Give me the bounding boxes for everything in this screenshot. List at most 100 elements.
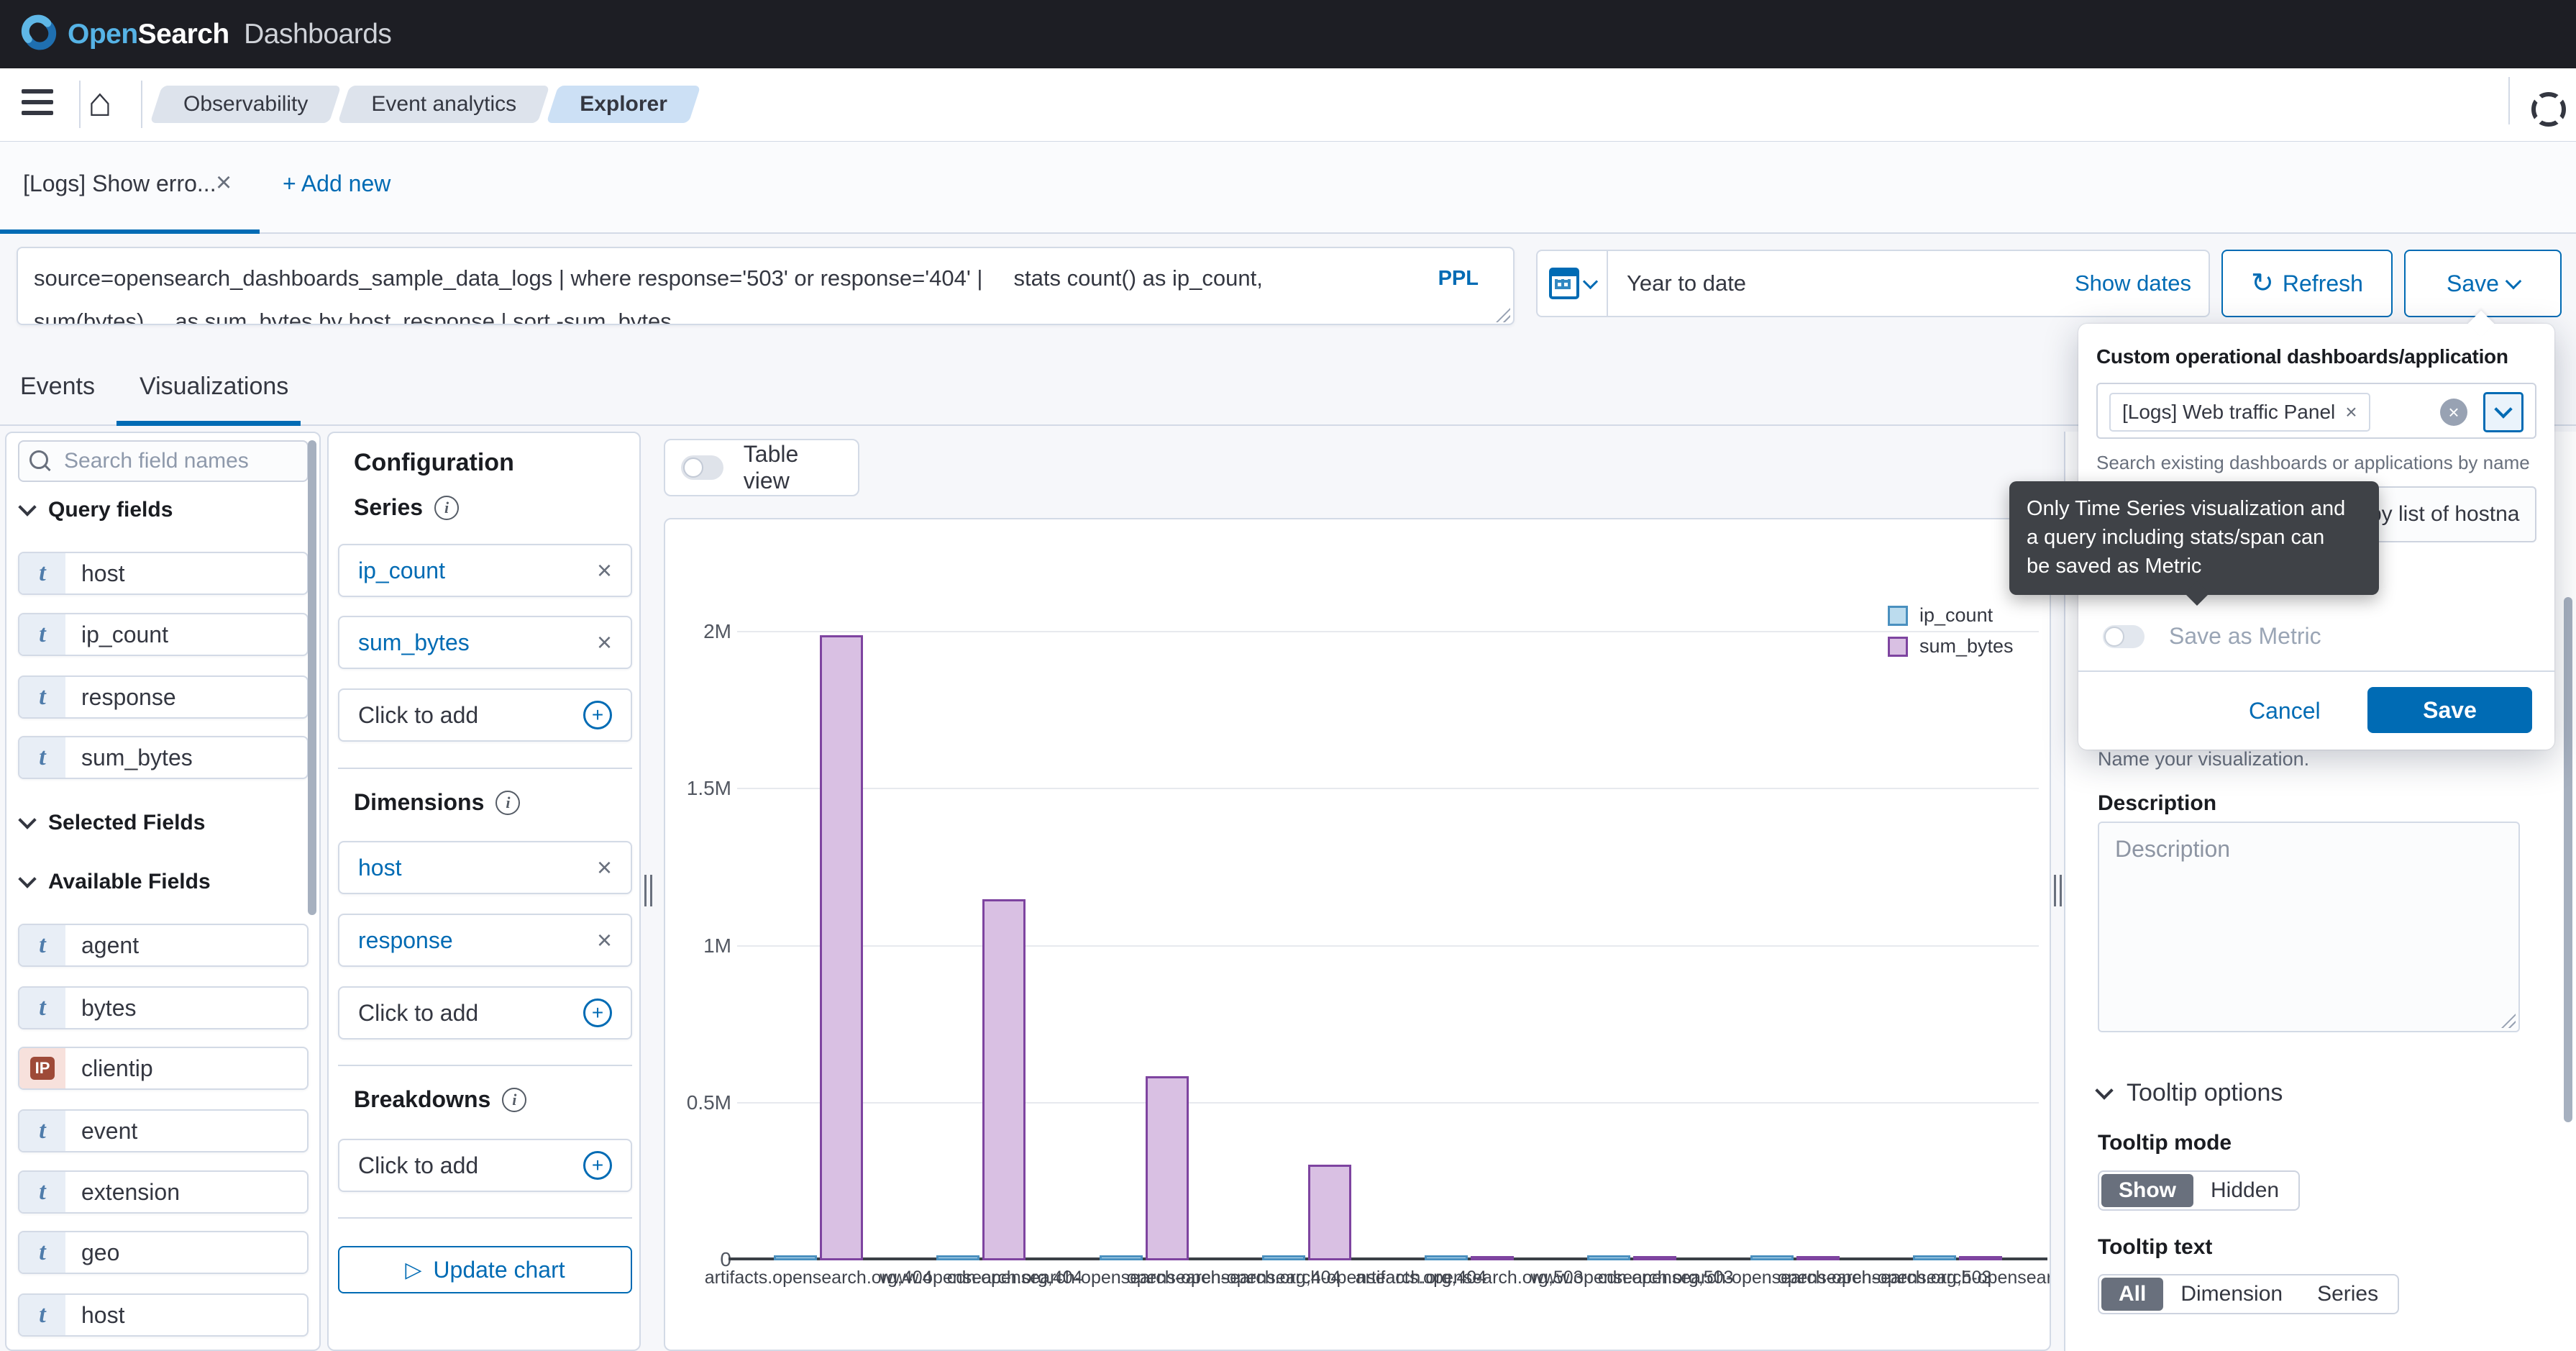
chart-panel: 0 0.5M 1M 1.5M 2M artifacts.opensearch.org,4… xyxy=(664,518,2051,1351)
search-field-names-input[interactable] xyxy=(18,440,309,482)
tab-events[interactable]: Events xyxy=(20,373,95,401)
tooltip-text-series[interactable]: Series xyxy=(2300,1278,2395,1311)
date-range-value[interactable]: Year to date xyxy=(1608,251,2075,316)
close-icon[interactable]: × xyxy=(597,555,612,586)
bar-ip_count[interactable] xyxy=(1261,1255,1305,1260)
save-as-metric-toggle[interactable] xyxy=(2103,624,2145,648)
field-host-available[interactable]: t host xyxy=(18,1293,309,1337)
series-item-sum-bytes[interactable]: sum_bytes × xyxy=(338,616,632,669)
close-icon[interactable]: × xyxy=(597,852,612,883)
bar-sum_bytes[interactable] xyxy=(820,635,864,1260)
dimension-item-response[interactable]: response × xyxy=(338,914,632,967)
save-dropdown-button[interactable]: Save xyxy=(2404,250,2562,317)
app-header: OpenSearch Dashboards xyxy=(0,0,2576,68)
dimensions-label: Dimensions i xyxy=(354,789,521,816)
bar-sum_bytes[interactable] xyxy=(1958,1256,2002,1260)
field-sum-bytes[interactable]: t sum_bytes xyxy=(18,736,309,779)
panel-scrollbar[interactable] xyxy=(2564,597,2572,1122)
field-extension[interactable]: t extension xyxy=(18,1170,309,1214)
menu-icon[interactable] xyxy=(22,89,53,118)
panel-resize-handle[interactable] xyxy=(644,875,653,906)
bar-ip_count[interactable] xyxy=(1912,1255,1956,1260)
tooltip-mode-hidden[interactable]: Hidden xyxy=(2193,1174,2296,1207)
description-label: Description xyxy=(2098,791,2217,815)
help-icon[interactable] xyxy=(2531,92,2566,127)
breadcrumb-event-analytics[interactable]: Event analytics xyxy=(344,86,544,123)
add-new-tab-button[interactable]: + Add new xyxy=(283,170,390,197)
bar-ip_count[interactable] xyxy=(936,1255,980,1260)
dimension-item-host[interactable]: host × xyxy=(338,841,632,894)
clear-selection-icon[interactable]: × xyxy=(2440,399,2467,426)
fields-sidebar: Query fields thost tip_count tresponse t… xyxy=(5,432,321,1351)
close-icon[interactable]: × xyxy=(2345,401,2357,424)
tooltip-mode-show[interactable]: Show xyxy=(2101,1174,2193,1207)
field-host[interactable]: t host xyxy=(18,552,309,595)
bar-sum_bytes[interactable] xyxy=(1796,1256,1840,1260)
section-available-fields[interactable]: Available Fields xyxy=(18,870,211,894)
description-textarea[interactable] xyxy=(2098,822,2520,1032)
cancel-button[interactable]: Cancel xyxy=(2249,698,2321,724)
bar-ip_count[interactable] xyxy=(1099,1255,1143,1260)
series-item-ip-count[interactable]: ip_count × xyxy=(338,544,632,597)
selected-dashboard-tag[interactable]: [Logs] Web traffic Panel × xyxy=(2109,393,2370,432)
info-icon[interactable]: i xyxy=(495,790,521,815)
combobox-dropdown-button[interactable] xyxy=(2483,392,2524,432)
tooltip-text-dimension[interactable]: Dimension xyxy=(2163,1278,2300,1311)
section-query-fields[interactable]: Query fields xyxy=(18,498,173,522)
dashboards-combobox[interactable]: [Logs] Web traffic Panel × × xyxy=(2096,383,2536,439)
breadcrumb-observability[interactable]: Observability xyxy=(156,86,335,123)
tab-logs-show-errors[interactable]: [Logs] Show erro... xyxy=(23,170,216,197)
legend-entry-sum_bytes[interactable]: sum_bytes xyxy=(1888,635,2014,658)
nav-divider xyxy=(141,81,142,128)
logo-text-dashboards: Dashboards xyxy=(244,18,392,50)
field-clientip[interactable]: IP clientip xyxy=(18,1047,309,1090)
calendar-dropdown-button[interactable] xyxy=(1538,251,1608,316)
field-agent[interactable]: t agent xyxy=(18,924,309,967)
bar-chart-plot[interactable] xyxy=(729,519,2047,1260)
tab-visualizations[interactable]: Visualizations xyxy=(140,373,288,401)
close-icon[interactable]: × xyxy=(597,925,612,955)
home-icon[interactable]: ⌂ xyxy=(88,81,112,124)
bar-ip_count[interactable] xyxy=(1587,1255,1631,1260)
tooltip-text-all[interactable]: All xyxy=(2101,1278,2164,1311)
bar-ip_count[interactable] xyxy=(1425,1255,1469,1260)
field-geo[interactable]: t geo xyxy=(18,1231,309,1274)
show-dates-button[interactable]: Show dates xyxy=(2075,251,2209,316)
logo-text-open: Open xyxy=(68,18,138,50)
field-event[interactable]: t event xyxy=(18,1109,309,1152)
close-icon[interactable]: × xyxy=(216,168,232,199)
section-selected-fields[interactable]: Selected Fields xyxy=(18,811,205,835)
breadcrumb-explorer[interactable]: Explorer xyxy=(552,86,695,123)
bar-sum_bytes[interactable] xyxy=(982,899,1026,1260)
save-button[interactable]: Save xyxy=(2367,687,2532,733)
bar-sum_bytes[interactable] xyxy=(1145,1076,1189,1260)
ppl-query-input[interactable]: source=opensearch_dashboards_sample_data… xyxy=(17,247,1515,325)
series-add-button[interactable]: Click to add + xyxy=(338,688,632,742)
refresh-button[interactable]: ↻ Refresh xyxy=(2221,250,2393,317)
tooltip-options-section[interactable]: Tooltip options xyxy=(2095,1079,2283,1107)
panel-resize-handle[interactable] xyxy=(2054,875,2063,906)
divider xyxy=(338,768,632,769)
bar-ip_count[interactable] xyxy=(774,1255,818,1260)
divider xyxy=(2078,670,2554,672)
breakdown-add-button[interactable]: Click to add + xyxy=(338,1139,632,1192)
opensearch-logo[interactable]: OpenSearch Dashboards xyxy=(20,14,392,55)
table-view-toggle[interactable] xyxy=(681,455,723,480)
bar-sum_bytes[interactable] xyxy=(1633,1256,1677,1260)
close-icon[interactable]: × xyxy=(597,627,612,658)
bar-sum_bytes[interactable] xyxy=(1471,1256,1515,1260)
info-icon[interactable]: i xyxy=(434,495,460,520)
query-resize-handle[interactable] xyxy=(1496,308,1510,322)
info-icon[interactable]: i xyxy=(502,1087,527,1112)
field-bytes[interactable]: t bytes xyxy=(18,986,309,1029)
field-ip-count[interactable]: t ip_count xyxy=(18,613,309,656)
bar-sum_bytes[interactable] xyxy=(1307,1165,1351,1260)
bar-ip_count[interactable] xyxy=(1750,1255,1794,1260)
sidebar-scrollbar[interactable] xyxy=(308,440,316,915)
query-text[interactable]: source=opensearch_dashboards_sample_data… xyxy=(34,257,1436,324)
dimension-add-button[interactable]: Click to add + xyxy=(338,986,632,1040)
legend-entry-ip_count[interactable]: ip_count xyxy=(1888,604,2014,627)
field-response[interactable]: t response xyxy=(18,676,309,719)
update-chart-button[interactable]: ▷ Update chart xyxy=(338,1246,632,1293)
search-icon xyxy=(29,450,48,469)
